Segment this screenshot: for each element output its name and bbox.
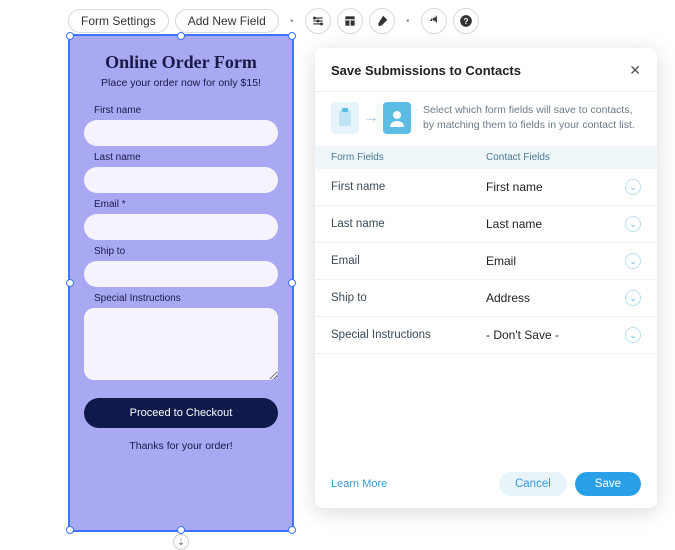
toolbar-divider: • bbox=[401, 8, 415, 34]
contact-field-select[interactable]: - Don't Save - ⌄ bbox=[486, 327, 641, 343]
form-title: Online Order Form bbox=[84, 52, 278, 73]
mapping-graphic-icon: → bbox=[331, 102, 411, 134]
toolbar-divider: • bbox=[285, 8, 299, 34]
mapping-row: Ship to Address ⌄ bbox=[315, 280, 657, 317]
chevron-down-icon[interactable]: ⌄ bbox=[625, 327, 641, 343]
contact-field-value: Last name bbox=[486, 217, 542, 231]
layout-icon[interactable] bbox=[337, 8, 363, 34]
thanks-text: Thanks for your order! bbox=[84, 440, 278, 452]
form-canvas[interactable]: Online Order Form Place your order now f… bbox=[68, 34, 294, 532]
form-field-name: Last name bbox=[331, 218, 486, 230]
last-name-label: Last name bbox=[94, 152, 278, 163]
mapping-row: Last name Last name ⌄ bbox=[315, 206, 657, 243]
form-settings-button[interactable]: Form Settings bbox=[68, 9, 169, 33]
contact-field-select[interactable]: Email ⌄ bbox=[486, 253, 641, 269]
mapping-body: First name First name ⌄ Last name Last n… bbox=[315, 169, 657, 460]
contact-field-value: First name bbox=[486, 180, 543, 194]
modal-info: → Select which form fields will save to … bbox=[315, 92, 657, 146]
chevron-down-icon[interactable]: ⌄ bbox=[625, 290, 641, 306]
form-field-name: Ship to bbox=[331, 292, 486, 304]
special-instructions-input[interactable] bbox=[84, 308, 278, 380]
modal-header: Save Submissions to Contacts ✕ bbox=[315, 48, 657, 92]
form-field-name: Special Instructions bbox=[331, 329, 486, 341]
mapping-row: Special Instructions - Don't Save - ⌄ bbox=[315, 317, 657, 354]
email-input[interactable] bbox=[84, 214, 278, 240]
chevron-down-icon[interactable]: ⌄ bbox=[625, 179, 641, 195]
form-field-name: First name bbox=[331, 181, 486, 193]
ship-to-input[interactable] bbox=[84, 261, 278, 287]
contact-field-value: Email bbox=[486, 254, 516, 268]
contact-avatar-icon bbox=[383, 102, 411, 134]
help-icon[interactable]: ? bbox=[453, 8, 479, 34]
save-button[interactable]: Save bbox=[575, 472, 641, 496]
last-name-input[interactable] bbox=[84, 167, 278, 193]
proceed-to-checkout-button[interactable]: Proceed to Checkout bbox=[84, 398, 278, 428]
mapping-row: First name First name ⌄ bbox=[315, 169, 657, 206]
first-name-input[interactable] bbox=[84, 120, 278, 146]
order-form: Online Order Form Place your order now f… bbox=[70, 36, 292, 530]
animation-icon[interactable] bbox=[421, 8, 447, 34]
list-settings-icon[interactable] bbox=[305, 8, 331, 34]
modal-footer: Learn More Cancel Save bbox=[315, 460, 657, 508]
form-subtitle: Place your order now for only $15! bbox=[84, 77, 278, 89]
contact-field-select[interactable]: Address ⌄ bbox=[486, 290, 641, 306]
mapping-row: Email Email ⌄ bbox=[315, 243, 657, 280]
learn-more-link[interactable]: Learn More bbox=[331, 478, 491, 490]
chevron-down-icon[interactable]: ⌄ bbox=[625, 216, 641, 232]
add-new-field-button[interactable]: Add New Field bbox=[175, 9, 279, 33]
special-instructions-label: Special Instructions bbox=[94, 293, 278, 304]
contact-field-value: - Don't Save - bbox=[486, 328, 559, 342]
cancel-button[interactable]: Cancel bbox=[499, 472, 567, 496]
form-field-name: Email bbox=[331, 255, 486, 267]
mapping-header: Form Fields Contact Fields bbox=[315, 146, 657, 169]
contact-field-select[interactable]: First name ⌄ bbox=[486, 179, 641, 195]
modal-info-text: Select which form fields will save to co… bbox=[423, 103, 641, 132]
clipboard-icon bbox=[331, 102, 359, 134]
arrow-right-icon: → bbox=[363, 109, 379, 127]
email-label: Email * bbox=[94, 199, 278, 210]
chevron-down-icon[interactable]: ⌄ bbox=[625, 253, 641, 269]
first-name-label: First name bbox=[94, 105, 278, 116]
form-fields-header: Form Fields bbox=[331, 152, 486, 163]
contact-field-select[interactable]: Last name ⌄ bbox=[486, 216, 641, 232]
modal-title: Save Submissions to Contacts bbox=[331, 63, 521, 78]
contact-fields-header: Contact Fields bbox=[486, 152, 641, 163]
svg-text:?: ? bbox=[463, 17, 468, 26]
save-submissions-modal: Save Submissions to Contacts ✕ → Select … bbox=[315, 48, 657, 508]
design-brush-icon[interactable] bbox=[369, 8, 395, 34]
close-icon[interactable]: ✕ bbox=[629, 62, 641, 79]
anchor-handle-icon[interactable]: ⇣ bbox=[173, 534, 189, 550]
contact-field-value: Address bbox=[486, 291, 530, 305]
ship-to-label: Ship to bbox=[94, 246, 278, 257]
